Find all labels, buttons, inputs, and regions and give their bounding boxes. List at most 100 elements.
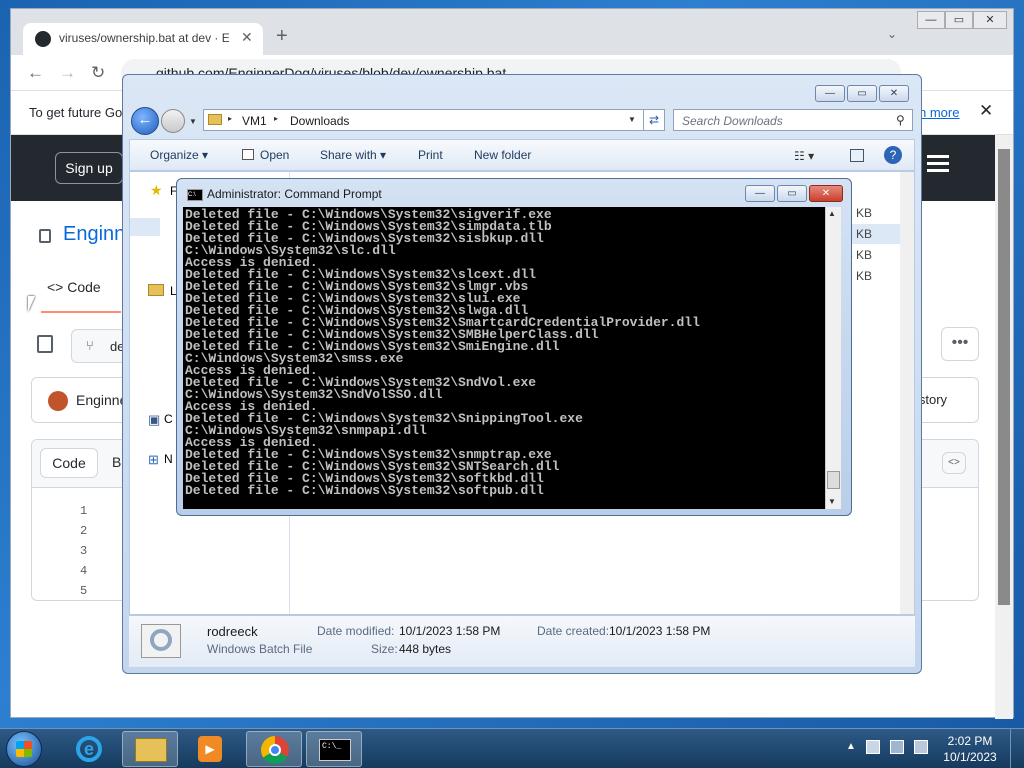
cmd-close-button[interactable]: ✕ <box>809 185 843 202</box>
breadcrumb-vm1[interactable]: VM1 <box>242 114 267 128</box>
taskbar-media-player[interactable]: ▶ <box>182 731 238 767</box>
tab-close-icon[interactable]: ✕ <box>241 29 253 46</box>
back-button[interactable]: ← <box>27 63 44 83</box>
taskbar-cmd[interactable]: C:\_ <box>306 731 362 767</box>
scroll-down-icon[interactable]: ▼ <box>828 497 836 506</box>
share-with-button[interactable]: Share with ▾ <box>320 148 386 162</box>
taskbar-explorer[interactable] <box>122 731 178 767</box>
explorer-command-bar: Organize ▾ Open Share with ▾ Print New f… <box>129 139 915 171</box>
line-number: 2 <box>80 524 88 538</box>
explorer-maximize-button[interactable]: ▭ <box>847 85 877 102</box>
windows-logo-icon <box>16 741 32 757</box>
nav-item-network[interactable]: N <box>164 452 173 466</box>
taskbar-chrome[interactable] <box>246 731 302 767</box>
command-prompt-window: C:\ Administrator: Command Prompt — ▭ ✕ … <box>176 178 852 516</box>
organize-button[interactable]: Organize ▾ <box>150 148 208 162</box>
action-center-icon[interactable] <box>866 740 880 754</box>
tab-strip: viruses/ownership.bat at dev · En ✕ + ⌄ … <box>11 9 1013 55</box>
scrollbar-thumb[interactable] <box>827 471 840 489</box>
console-scrollbar[interactable]: ▲ ▼ <box>825 207 841 509</box>
clock-time[interactable]: 2:02 PM <box>940 734 1000 748</box>
nav-selected-highlight <box>130 218 160 236</box>
nav-item-computer[interactable]: C <box>164 412 173 426</box>
recent-pages-icon[interactable]: ▼ <box>189 117 197 126</box>
print-button[interactable]: Print <box>418 148 443 162</box>
explorer-close-button[interactable]: ✕ <box>879 85 909 102</box>
favorites-star-icon[interactable]: ★ <box>150 182 163 199</box>
explorer-address-bar[interactable]: ▸ VM1 ▸ Downloads ▼ <box>203 109 665 131</box>
code-view-button[interactable]: Code <box>40 448 98 478</box>
forward-button[interactable]: → <box>59 63 76 83</box>
code-icon: <> <box>47 279 68 295</box>
search-input[interactable]: Search Downloads ⚲ <box>673 109 913 131</box>
tab-title: viruses/ownership.bat at dev · En <box>59 31 229 45</box>
line-number: 3 <box>80 544 88 558</box>
cmd-minimize-button[interactable]: — <box>745 185 775 202</box>
browser-tab[interactable]: viruses/ownership.bat at dev · En ✕ <box>23 23 263 55</box>
line-number: 4 <box>80 564 88 578</box>
show-hidden-icons-icon[interactable]: ▲ <box>846 741 856 752</box>
computer-icon[interactable]: ▣ <box>148 412 160 428</box>
sign-up-button[interactable]: Sign up <box>55 152 123 184</box>
gear-icon <box>150 629 172 651</box>
tab-code-label: Code <box>67 279 101 295</box>
show-desktop-button[interactable] <box>1010 729 1024 768</box>
line-number: 5 <box>80 584 88 598</box>
details-pane: rodreeck Windows Batch File Date modifie… <box>129 615 915 667</box>
repo-icon <box>39 229 51 243</box>
avatar[interactable] <box>48 391 68 411</box>
new-folder-button[interactable]: New folder <box>474 148 531 162</box>
scrollbar-thumb[interactable] <box>998 149 1010 605</box>
console-output[interactable]: Deleted file - C:\Windows\System32\sigve… <box>183 207 825 509</box>
symbols-icon[interactable]: <> <box>942 452 966 474</box>
chrome-minimize-button[interactable]: — <box>917 11 945 29</box>
start-button[interactable] <box>6 731 42 767</box>
taskbar-ie[interactable]: e <box>62 731 118 767</box>
explorer-back-button[interactable]: ← <box>131 107 159 135</box>
breadcrumb-downloads[interactable]: Downloads <box>290 114 349 128</box>
explorer-minimize-button[interactable]: — <box>815 85 845 102</box>
page-scrollbar[interactable] <box>995 135 1013 719</box>
breadcrumb-separator-icon[interactable]: ▸ <box>228 114 232 123</box>
refresh-button[interactable]: ⇄ <box>643 109 665 131</box>
scroll-up-icon[interactable]: ▲ <box>828 209 836 218</box>
more-options-button[interactable]: ••• <box>941 327 979 361</box>
search-icon[interactable]: ⚲ <box>896 113 905 127</box>
mouse-cursor-icon <box>28 296 35 312</box>
file-list-scrollbar[interactable] <box>900 172 914 614</box>
clock-date[interactable]: 10/1/2023 <box>940 750 1000 764</box>
learn-more-link[interactable]: n more <box>919 105 959 120</box>
libraries-icon[interactable] <box>148 284 164 296</box>
repo-owner-link[interactable]: Enginn <box>63 223 125 246</box>
console-lines: Deleted file - C:\Windows\System32\sigve… <box>185 208 823 497</box>
commit-author[interactable]: Enginne <box>76 392 127 408</box>
reload-button[interactable]: ↻ <box>91 63 105 83</box>
detail-file-name: rodreeck <box>207 624 258 639</box>
file-tree-toggle-icon[interactable] <box>37 335 53 353</box>
new-tab-button[interactable]: + <box>276 25 288 48</box>
volume-muted-icon[interactable] <box>914 740 928 754</box>
chrome-maximize-button[interactable]: ▭ <box>945 11 973 29</box>
network-tray-icon[interactable] <box>890 740 904 754</box>
hamburger-menu-icon[interactable] <box>927 155 949 158</box>
help-icon[interactable]: ? <box>884 146 902 164</box>
view-options-icon[interactable]: ☷ ▾ <box>794 149 814 163</box>
cmd-maximize-button[interactable]: ▭ <box>777 185 807 202</box>
chrome-icon <box>261 736 289 764</box>
tab-code[interactable]: <> Code <box>47 279 101 295</box>
size-label: Size: <box>371 642 398 656</box>
date-created-value: 10/1/2023 1:58 PM <box>609 624 711 638</box>
explorer-forward-button[interactable] <box>161 109 185 133</box>
network-icon[interactable]: ⊞ <box>148 452 159 468</box>
internet-explorer-icon: e <box>76 736 102 762</box>
info-bar-close-icon[interactable]: ✕ <box>979 101 993 121</box>
tab-search-button[interactable]: ⌄ <box>887 27 897 41</box>
date-created-label: Date created: <box>537 624 610 638</box>
chrome-close-button[interactable]: ✕ <box>973 11 1007 29</box>
window-title: Administrator: Command Prompt <box>207 187 382 201</box>
breadcrumb-separator-icon[interactable]: ▸ <box>274 114 278 123</box>
preview-pane-icon[interactable] <box>850 149 864 162</box>
open-button[interactable]: Open <box>260 148 289 162</box>
address-dropdown-icon[interactable]: ▼ <box>628 115 636 124</box>
info-bar-text: To get future Go <box>29 105 123 120</box>
